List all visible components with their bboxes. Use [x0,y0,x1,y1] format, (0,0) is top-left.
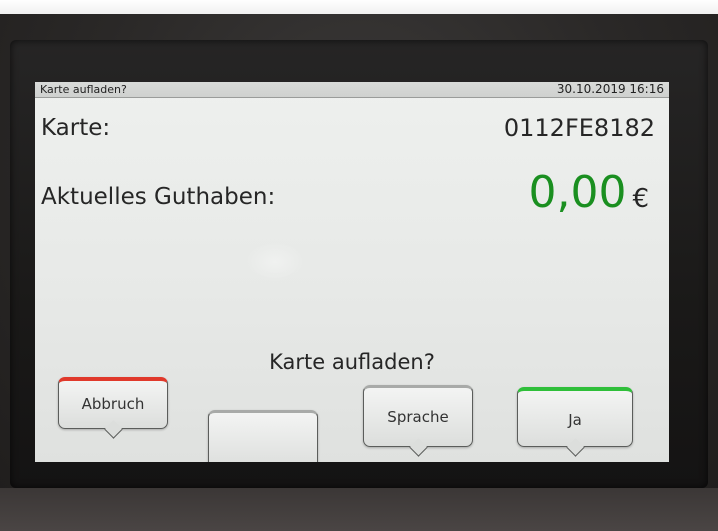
balance-value: 0,00 [528,167,627,218]
wall-background [0,0,718,14]
softkey-pointer [566,438,585,457]
currency-symbol: € [632,184,649,214]
status-datetime: 30.10.2019 16:16 [556,82,664,96]
card-number: 0112FE8182 [503,114,655,142]
status-title: Karte aufladen? [40,83,127,96]
confirm-button[interactable]: Ja [517,387,633,457]
language-button-label: Sprache [387,408,449,426]
screen-glare [245,242,305,282]
balance-amount: 0,00 € [528,167,649,218]
language-button[interactable]: Sprache [363,385,473,457]
cancel-button[interactable]: Abbruch [58,377,168,439]
card-label: Karte: [41,115,111,141]
terminal-housing-bottom [0,488,718,531]
softkey-pointer [409,438,428,457]
softkey-pointer [104,420,123,439]
touch-screen: Karte aufladen? 30.10.2019 16:16 Karte: … [35,82,669,462]
empty-softkey[interactable] [208,410,318,462]
status-bar: Karte aufladen? 30.10.2019 16:16 [35,82,669,98]
balance-label: Aktuelles Guthaben: [41,184,276,210]
confirm-button-label: Ja [568,411,582,429]
cancel-button-label: Abbruch [81,395,145,413]
prompt-question: Karte aufladen? [269,350,435,374]
